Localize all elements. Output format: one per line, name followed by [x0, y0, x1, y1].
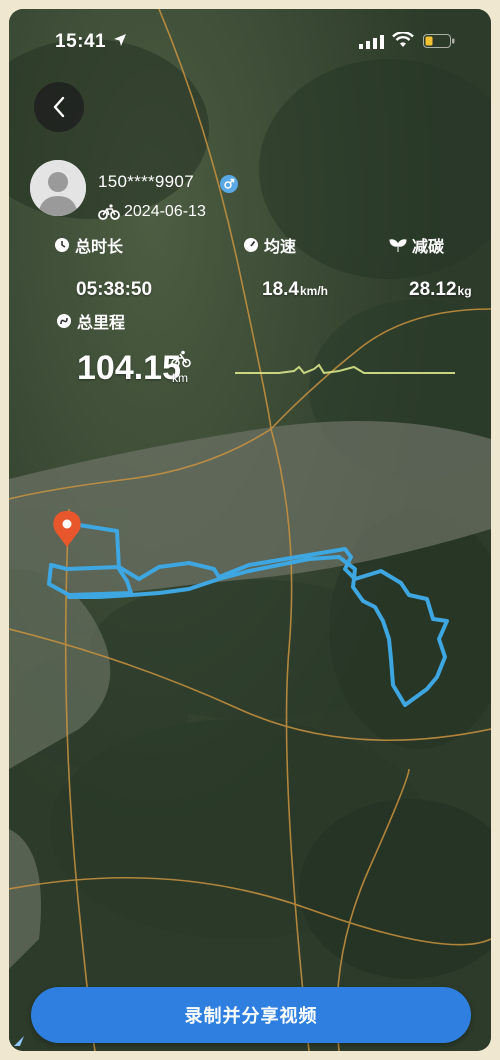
wifi-icon [392, 32, 414, 47]
duration-value: 05:38:50 [76, 279, 153, 300]
carbon-value: 28.12kg [409, 279, 472, 300]
record-share-video-button[interactable]: 录制并分享视频 [31, 987, 471, 1043]
leaf-sprout-icon [389, 239, 407, 252]
cyclist-icon [171, 350, 191, 368]
location-arrow-icon [114, 34, 126, 46]
avg-speed-value: 18.4km/h [262, 279, 328, 300]
avg-speed-label: 均速 [243, 233, 296, 257]
clock-icon [55, 238, 69, 252]
battery-icon [423, 34, 455, 48]
avg-speed-unit: km/h [299, 284, 328, 298]
speedometer-icon [244, 238, 258, 252]
cellular-signal-icon [359, 35, 384, 49]
ride-date: 2024-06-13 [124, 203, 206, 220]
distance-unit: km [172, 371, 188, 385]
distance-value: 104.15 [77, 349, 181, 387]
status-bar: 15:41 [9, 9, 491, 69]
carbon-unit: kg [457, 284, 472, 298]
male-gender-icon [220, 175, 238, 193]
route-distance-icon [57, 314, 71, 328]
map-compass-icon [14, 1036, 24, 1046]
phone-screen: 15:41 150****9907 2024-06-13 总时长 05:38:5… [9, 9, 491, 1051]
bicycle-icon [98, 204, 120, 220]
chevron-left-icon [53, 96, 65, 118]
status-time: 15:41 [55, 31, 107, 52]
record-share-video-label: 录制并分享视频 [184, 1006, 318, 1027]
route-map[interactable] [9, 9, 491, 1051]
back-button[interactable] [34, 82, 84, 132]
distance-label: 总里程 [56, 309, 125, 333]
user-id: 150****9907 [98, 172, 194, 191]
carbon-label: 减碳 [389, 233, 444, 257]
avatar[interactable] [30, 160, 86, 216]
user-avatar-icon [30, 160, 86, 216]
duration-label: 总时长 [54, 233, 123, 257]
